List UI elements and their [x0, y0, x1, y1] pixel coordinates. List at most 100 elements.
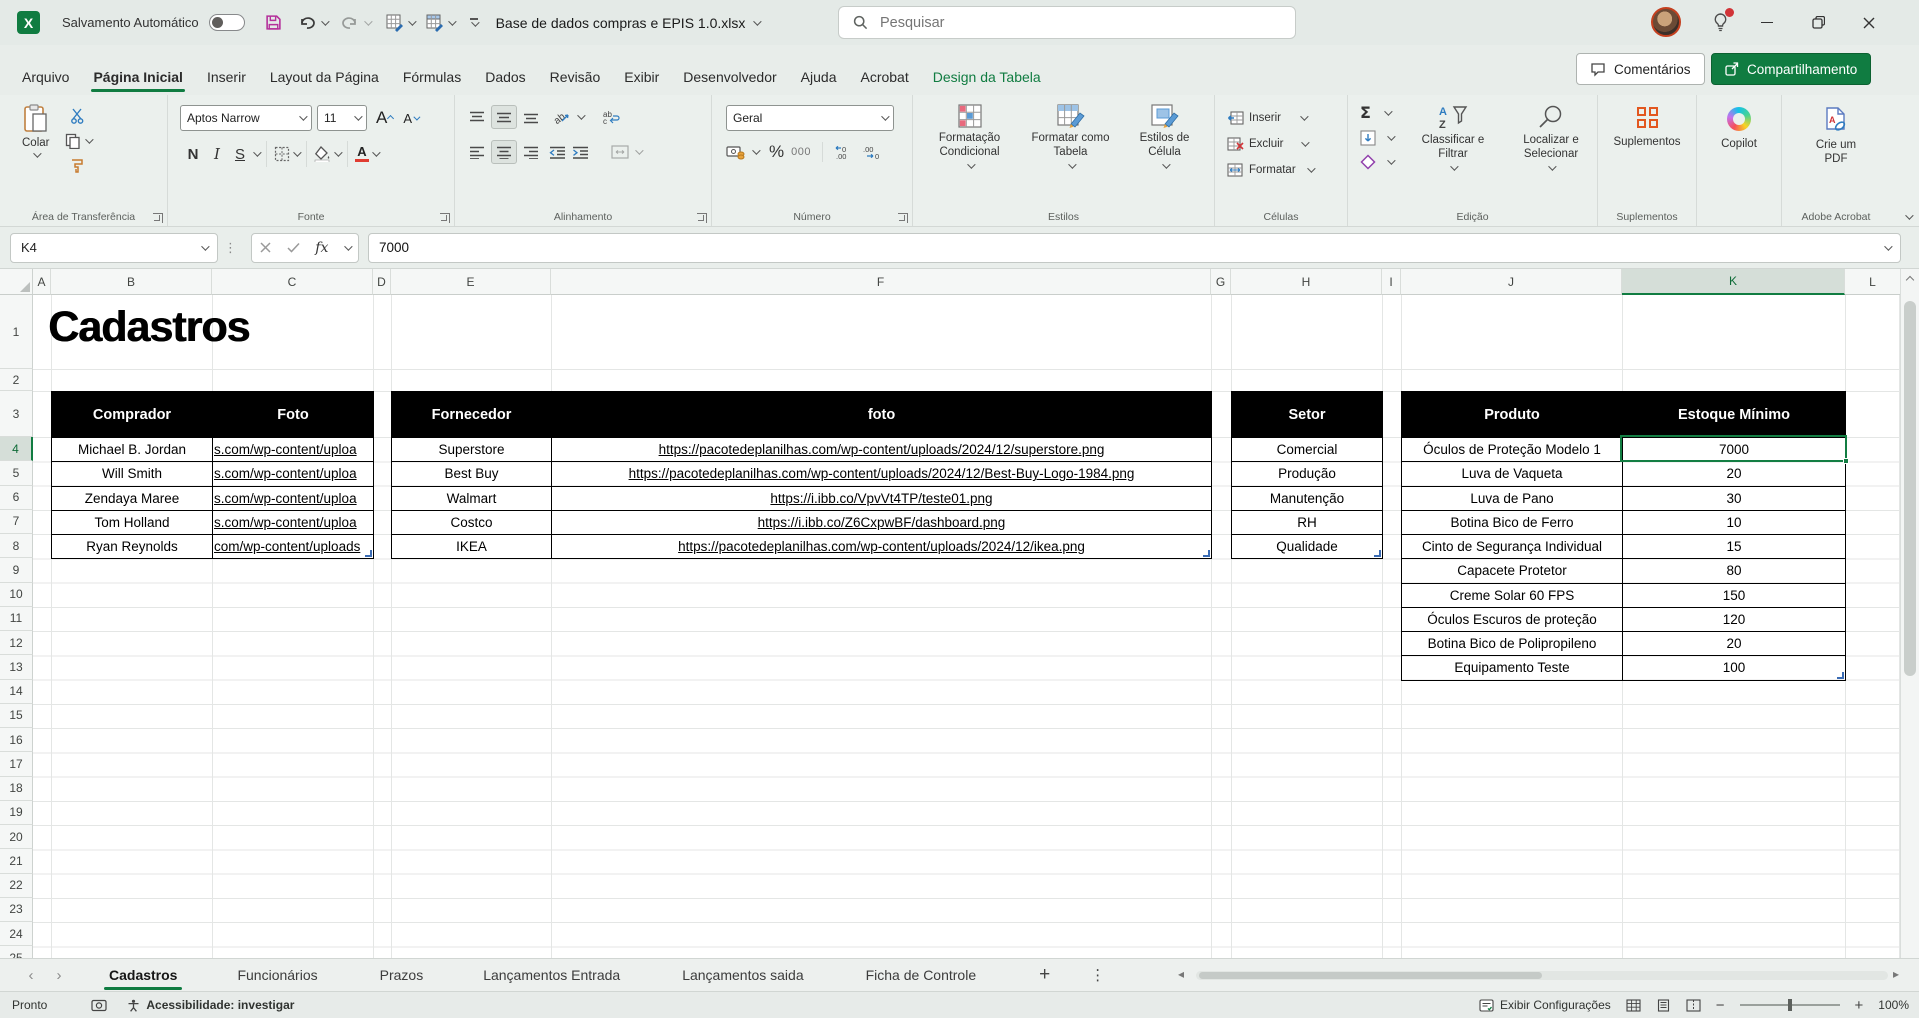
tab-arquivo[interactable]: Arquivo	[10, 61, 81, 95]
expand-formula-bar-icon[interactable]	[1884, 242, 1892, 250]
fornecedor-cell[interactable]: IKEA	[392, 535, 552, 559]
table-borders-quick-icon[interactable]	[386, 14, 404, 32]
fill-button[interactable]	[1360, 130, 1393, 146]
compradores-row[interactable]: Ryan Reynolds com/wp-content/uploads	[52, 535, 374, 559]
table-resize-handle[interactable]	[1374, 550, 1381, 557]
avatar[interactable]	[1651, 7, 1681, 37]
save-icon[interactable]	[265, 14, 282, 31]
sheet-tab-cadastros[interactable]: Cadastros	[92, 959, 194, 992]
font-dialog-launcher-icon[interactable]	[440, 213, 450, 223]
foto-link-cell[interactable]: s.com/wp-content/uploa	[213, 438, 374, 462]
hscroll-right-icon[interactable]: ▸	[1893, 967, 1899, 981]
tab-desenvolvedor[interactable]: Desenvolvedor	[671, 61, 788, 95]
row-header[interactable]: 10	[0, 583, 33, 607]
row-header[interactable]: 4	[0, 437, 33, 461]
foto-link-cell[interactable]: s.com/wp-content/uploa	[213, 487, 374, 511]
wrap-text-icon[interactable]: abc	[603, 110, 620, 124]
lightbulb-icon[interactable]	[1712, 12, 1729, 32]
number-format-select[interactable]: Geral	[726, 105, 894, 131]
setores-row[interactable]: Qualidade	[1232, 535, 1383, 559]
accounting-format-icon[interactable]	[726, 145, 745, 160]
sort-filter-button[interactable]: AZ Classificar e Filtrar	[1406, 104, 1500, 171]
addins-button[interactable]: Suplementos	[1613, 107, 1680, 226]
redo-menu-icon[interactable]	[364, 17, 372, 25]
row-header[interactable]: 1	[0, 295, 33, 369]
decrease-font-icon[interactable]: A	[403, 111, 418, 126]
produtos-row[interactable]: Cinto de Segurança Individual 15	[1402, 535, 1846, 559]
column-header-h[interactable]: H	[1231, 269, 1382, 295]
align-left-icon[interactable]	[469, 146, 485, 159]
tab-dados[interactable]: Dados	[473, 61, 537, 95]
vertical-scroll-thumb[interactable]	[1904, 301, 1916, 676]
selected-cell-k4[interactable]	[1620, 435, 1847, 462]
produtos-row[interactable]: Equipamento Teste 100	[1402, 656, 1846, 680]
foto-url-cell[interactable]: https://i.ibb.co/Z6CxpwBF/dashboard.png	[552, 511, 1212, 535]
formula-input[interactable]: 7000	[368, 233, 1901, 263]
align-center-icon[interactable]	[491, 140, 517, 164]
percent-style-button[interactable]: %	[769, 142, 784, 162]
foto-url-cell[interactable]: https://i.ibb.co/VpvVt4TP/teste01.png	[552, 487, 1212, 511]
table-style-quick-icon[interactable]	[426, 14, 444, 32]
macro-record-icon[interactable]	[91, 999, 107, 1012]
format-as-table-button[interactable]: Formatar como Tabela	[1021, 104, 1121, 208]
column-header-e[interactable]: E	[391, 269, 551, 295]
produto-cell[interactable]: Óculos Escuros de proteção	[1402, 608, 1623, 632]
row-header[interactable]: 15	[0, 704, 33, 728]
fill-handle[interactable]	[1843, 458, 1849, 464]
foto-url-cell[interactable]: https://pacotedeplanilhas.com/wp-content…	[552, 535, 1212, 559]
tab-formulas[interactable]: Fórmulas	[391, 61, 473, 95]
row-header[interactable]: 17	[0, 752, 33, 776]
produtos-row[interactable]: Botina Bico de Ferro 10	[1402, 511, 1846, 535]
setor-cell[interactable]: RH	[1232, 511, 1383, 535]
comprador-cell[interactable]: Will Smith	[52, 462, 213, 486]
estoque-minimo-cell[interactable]: 30	[1623, 487, 1846, 511]
produtos-row[interactable]: Capacete Protetor 80	[1402, 559, 1846, 583]
font-color-icon[interactable]: A	[355, 146, 369, 162]
table-resize-handle[interactable]	[365, 550, 372, 557]
comma-style-button[interactable]: 000	[791, 146, 811, 158]
row-header[interactable]: 16	[0, 728, 33, 752]
foto-link-cell[interactable]: s.com/wp-content/uploa	[213, 511, 374, 535]
insert-cells-button[interactable]: Inserir	[1227, 105, 1347, 131]
setores-row[interactable]: RH	[1232, 511, 1383, 535]
font-name-select[interactable]: Aptos Narrow	[180, 105, 312, 131]
estoque-minimo-cell[interactable]: 120	[1623, 608, 1846, 632]
produto-cell[interactable]: Luva de Pano	[1402, 487, 1623, 511]
align-middle-icon[interactable]	[491, 105, 517, 129]
borders-icon[interactable]	[274, 146, 290, 162]
column-header-c[interactable]: C	[212, 269, 373, 295]
add-sheet-icon[interactable]: +	[1039, 964, 1050, 986]
copy-icon[interactable]	[65, 133, 91, 149]
undo-icon[interactable]	[298, 15, 316, 31]
setores-row[interactable]: Comercial	[1232, 438, 1383, 462]
estoque-minimo-cell[interactable]: 20	[1623, 462, 1846, 486]
cell-styles-button[interactable]: Estilos de Célula	[1122, 104, 1208, 208]
underline-button[interactable]: S	[230, 146, 250, 163]
fornecedores-row[interactable]: IKEA https://pacotedeplanilhas.com/wp-co…	[392, 535, 1212, 559]
align-top-icon[interactable]	[469, 111, 485, 124]
setor-cell[interactable]: Produção	[1232, 462, 1383, 486]
create-pdf-button[interactable]: A Crie um PDF	[1806, 107, 1866, 226]
align-bottom-icon[interactable]	[523, 111, 539, 124]
collapse-ribbon-icon[interactable]	[1905, 211, 1913, 219]
comprador-cell[interactable]: Ryan Reynolds	[52, 535, 213, 559]
column-header-d[interactable]: D	[373, 269, 391, 295]
produto-cell[interactable]: Equipamento Teste	[1402, 656, 1623, 680]
undo-menu-icon[interactable]	[321, 17, 329, 25]
comprador-cell[interactable]: Michael B. Jordan	[52, 438, 213, 462]
sheet-tab-lancamentos-saida[interactable]: Lançamentos saida	[665, 959, 820, 992]
borders-menu-icon[interactable]	[293, 148, 301, 156]
fx-menu-icon[interactable]	[344, 242, 352, 250]
comprador-cell[interactable]: Zendaya Maree	[52, 487, 213, 511]
close-button[interactable]	[1846, 0, 1892, 45]
column-header-k[interactable]: K	[1622, 269, 1845, 295]
share-button[interactable]: Compartilhamento	[1711, 53, 1871, 85]
page-break-view-icon[interactable]	[1686, 999, 1701, 1012]
estoque-minimo-cell[interactable]: 80	[1623, 559, 1846, 583]
produto-cell[interactable]: Creme Solar 60 FPS	[1402, 584, 1623, 608]
copilot-button[interactable]: Copilot	[1721, 107, 1757, 226]
tab-acrobat[interactable]: Acrobat	[848, 61, 920, 95]
window-title[interactable]: Base de dados compras e EPIS 1.0.xlsx	[496, 15, 760, 31]
sheet-tab-funcionarios[interactable]: Funcionários	[220, 959, 334, 992]
row-header[interactable]: 7	[0, 510, 33, 534]
